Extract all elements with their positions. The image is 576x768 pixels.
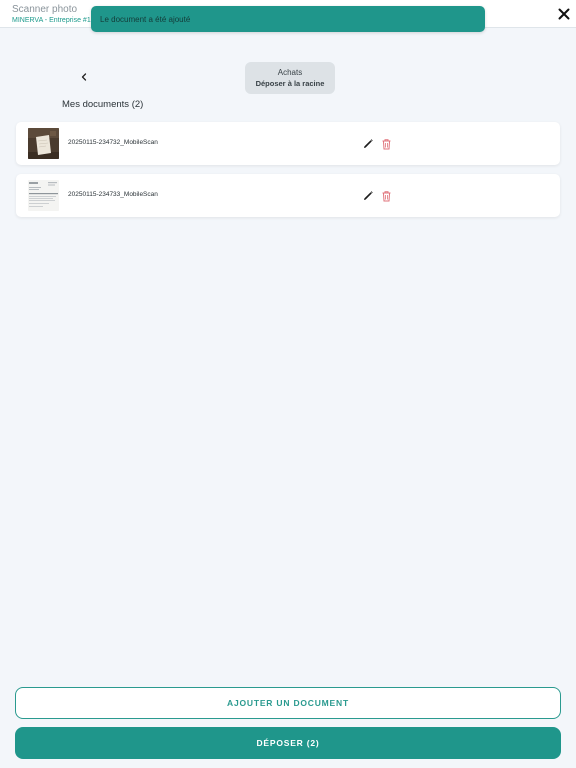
pencil-icon — [364, 191, 373, 200]
company-name: MINERVA - Entreprise #1 — [12, 17, 91, 24]
scanner-screen: Scanner photo MINERVA - Entreprise #1 Le… — [0, 0, 576, 768]
edit-button[interactable] — [362, 137, 374, 149]
back-button[interactable] — [77, 70, 91, 84]
chevron-left-icon — [81, 73, 87, 81]
submit-documents-button[interactable]: DÉPOSER (2) — [15, 727, 561, 759]
document-card[interactable]: 20250115-234732_MobileScan — [16, 122, 560, 165]
close-button[interactable] — [555, 5, 573, 23]
document-name: 20250115-234733_MobileScan — [68, 191, 158, 198]
documents-section-title: Mes documents (2) — [62, 99, 144, 110]
trash-icon — [382, 191, 391, 202]
close-icon — [558, 8, 570, 20]
document-name: 20250115-234732_MobileScan — [68, 139, 158, 146]
pencil-icon — [364, 139, 373, 148]
trash-icon — [382, 139, 391, 150]
toast-message: Le document a été ajouté — [100, 14, 191, 24]
document-card[interactable]: 20250115-234733_MobileScan — [16, 174, 560, 217]
toast-notification: Le document a été ajouté — [91, 6, 485, 32]
add-document-button[interactable]: AJOUTER UN DOCUMENT — [15, 687, 561, 719]
edit-button[interactable] — [362, 189, 374, 201]
folder-target-button[interactable]: Achats Déposer à la racine — [245, 62, 335, 94]
document-thumbnail — [28, 180, 59, 211]
delete-button[interactable] — [381, 137, 392, 150]
app-title: Scanner photo — [12, 4, 78, 15]
folder-name: Achats — [277, 68, 303, 77]
folder-action-label: Déposer à la racine — [255, 79, 325, 88]
photo-thumbnail — [28, 128, 59, 159]
delete-button[interactable] — [381, 189, 392, 202]
